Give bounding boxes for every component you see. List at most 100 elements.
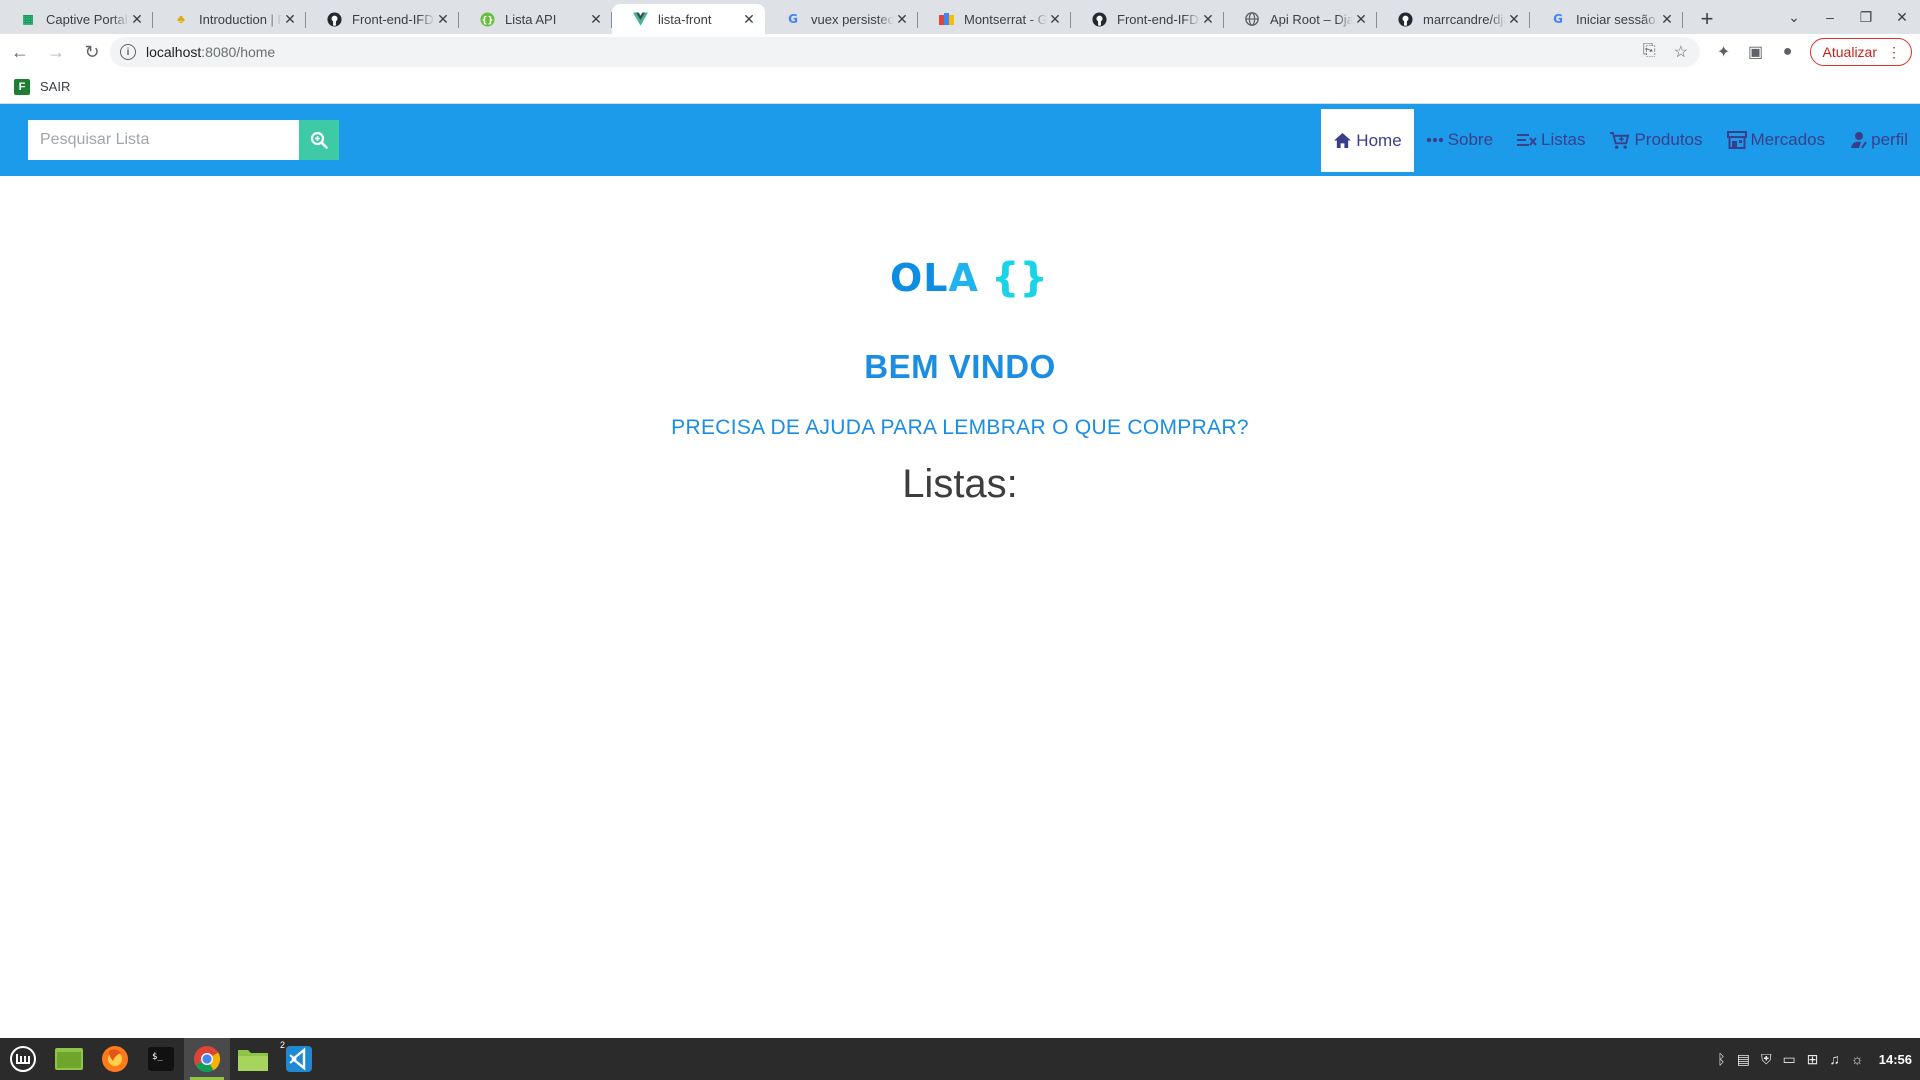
close-icon[interactable]: ✕ (741, 11, 757, 28)
network-icon[interactable]: ⊞ (1807, 1051, 1819, 1068)
share-icon[interactable]: ⎘ (1643, 42, 1656, 62)
lists-heading: Listas: (902, 462, 1018, 506)
browser-tab[interactable]: Api Root – Djan ✕ (1224, 4, 1377, 34)
chrome-icon[interactable] (184, 1038, 230, 1080)
nav-listas[interactable]: Listas (1505, 111, 1597, 169)
update-button-label: Atualizar (1822, 44, 1877, 60)
side-panel-icon[interactable]: ▣ (1740, 42, 1772, 62)
dots-icon (1426, 137, 1443, 143)
window-close-icon[interactable]: ✕ (1884, 9, 1920, 26)
tab-title: Captive Portal (46, 11, 128, 27)
bookmark-star-icon[interactable]: ☆ (1674, 42, 1688, 62)
close-icon[interactable]: ✕ (129, 11, 145, 28)
brightness-icon[interactable]: ☼ (1851, 1051, 1864, 1067)
nav-label: Produtos (1634, 130, 1703, 149)
tab-title: Introduction | F (199, 11, 282, 27)
shield-icon[interactable]: ⛨ (1761, 1051, 1772, 1068)
clock[interactable]: 14:56 (1879, 1052, 1912, 1067)
close-icon[interactable]: ✕ (894, 11, 910, 28)
system-tray: ᛒ ▤ ⛨ ▭ ⊞ ♫ ☼ 14:56 (1717, 1038, 1912, 1080)
terminal-icon[interactable]: $_ (138, 1038, 184, 1080)
browser-tab[interactable]: {} Lista API ✕ (459, 4, 612, 34)
cart-icon (1610, 131, 1630, 149)
nav-mercados[interactable]: Mercados (1715, 111, 1838, 169)
logo-brace: {} (990, 255, 1048, 301)
os-taskbar: $_ 2 ᛒ ▤ ⛨ ▭ ⊞ ♫ ☼ 14:56 (0, 1038, 1920, 1080)
clipboard-icon[interactable]: ▤ (1737, 1051, 1750, 1068)
browser-tab[interactable]: Front-end-IFDC ✕ (1071, 4, 1224, 34)
back-icon[interactable]: ← (4, 36, 36, 68)
profile-icon[interactable]: ● (1772, 43, 1804, 61)
nav-produtos[interactable]: Produtos (1597, 111, 1714, 169)
svg-text:{}: {} (481, 14, 493, 24)
close-icon[interactable]: ✕ (1659, 11, 1675, 28)
address-bar[interactable]: i localhost:8080/home ⎘ ☆ (110, 37, 1700, 67)
vscode-icon[interactable]: 2 (276, 1038, 322, 1080)
user-icon (1851, 132, 1867, 149)
nav-label: perfil (1871, 130, 1908, 149)
vscode-badge: 2 (280, 1040, 286, 1050)
google-favicon-icon: G (788, 12, 798, 26)
nav-perfil[interactable]: perfil (1837, 111, 1920, 169)
restore-icon[interactable]: ❐ (1848, 9, 1884, 26)
github-favicon-icon (1397, 11, 1413, 27)
grid-favicon-icon: ▦ (22, 12, 34, 26)
tab-title: vuex persisted (811, 11, 894, 27)
extensions-icon[interactable]: ✦ (1708, 42, 1740, 62)
tab-title: Api Root – Djan (1270, 11, 1353, 27)
svg-text:$_: $_ (152, 1052, 163, 1062)
sound-icon[interactable]: ♫ (1829, 1051, 1840, 1067)
site-info-icon[interactable]: i (120, 44, 136, 60)
tab-search-icon[interactable]: ⌄ (1776, 9, 1812, 26)
browser-tab[interactable]: marrcandre/dja ✕ (1377, 4, 1530, 34)
list-icon (1517, 134, 1537, 146)
bookmark-sair[interactable]: SAIR (40, 79, 70, 94)
welcome-title: BEM VINDO (864, 348, 1056, 385)
github-favicon-icon (326, 11, 342, 27)
minimize-icon[interactable]: – (1812, 9, 1848, 25)
store-icon (1726, 131, 1747, 149)
close-icon[interactable]: ✕ (435, 11, 451, 28)
new-tab-icon[interactable]: + (1689, 4, 1725, 34)
url-path: :8080/home (201, 44, 276, 60)
close-icon[interactable]: ✕ (1047, 11, 1063, 28)
app-navbar: Home Sobre Listas Produtos Mercados perf… (0, 104, 1920, 176)
close-icon[interactable]: ✕ (1353, 11, 1369, 28)
window-controls: ⌄ – ❐ ✕ (1776, 0, 1920, 34)
show-desktop-icon[interactable] (46, 1038, 92, 1080)
close-icon[interactable]: ✕ (1506, 11, 1522, 28)
nav-home[interactable]: Home (1321, 109, 1414, 172)
close-icon[interactable]: ✕ (1200, 11, 1216, 28)
search-input[interactable] (28, 120, 299, 160)
search-button[interactable] (299, 120, 339, 160)
browser-tab[interactable]: ▦ Captive Portal ✕ (0, 4, 153, 34)
browser-tab[interactable]: ♣ Introduction | F ✕ (153, 4, 306, 34)
nav-links: Home Sobre Listas Produtos Mercados perf… (1321, 104, 1920, 176)
kebab-menu-icon: ⋮ (1887, 43, 1901, 60)
browser-toolbar: ← → ↻ i localhost:8080/home ⎘ ☆ ✦ ▣ ● At… (0, 34, 1920, 70)
close-icon[interactable]: ✕ (588, 11, 604, 28)
nav-label: Mercados (1750, 130, 1826, 149)
browser-tab[interactable]: G Iniciar sessão – ✕ (1530, 4, 1683, 34)
nav-label: Listas (1541, 130, 1586, 149)
mint-menu-icon[interactable] (0, 1038, 46, 1080)
browser-tab[interactable]: Front-end-IFDC ✕ (306, 4, 459, 34)
url-host: localhost (146, 44, 202, 60)
graphics-card-icon[interactable]: ▭ (1782, 1051, 1795, 1068)
browser-tab-bar: ▦ Captive Portal ✕ ♣ Introduction | F ✕ … (0, 0, 1920, 34)
browser-tab[interactable]: Montserrat - Go ✕ (918, 4, 1071, 34)
firefox-icon[interactable] (92, 1038, 138, 1080)
update-button[interactable]: Atualizar ⋮ (1809, 38, 1912, 66)
tab-title: marrcandre/dja (1423, 11, 1506, 27)
search-form (28, 120, 339, 160)
reload-icon[interactable]: ↻ (76, 36, 108, 68)
bluetooth-icon[interactable]: ᛒ (1717, 1051, 1725, 1067)
nav-sobre[interactable]: Sobre (1414, 111, 1505, 169)
browser-tab[interactable]: G vuex persisted ✕ (765, 4, 918, 34)
close-icon[interactable]: ✕ (282, 11, 298, 28)
globe-favicon-icon (1244, 11, 1260, 27)
logo-text-accent: A (948, 256, 979, 300)
browser-tab-active[interactable]: lista-front ✕ (612, 4, 765, 34)
files-icon[interactable] (230, 1038, 276, 1080)
forward-icon[interactable]: → (40, 36, 72, 68)
